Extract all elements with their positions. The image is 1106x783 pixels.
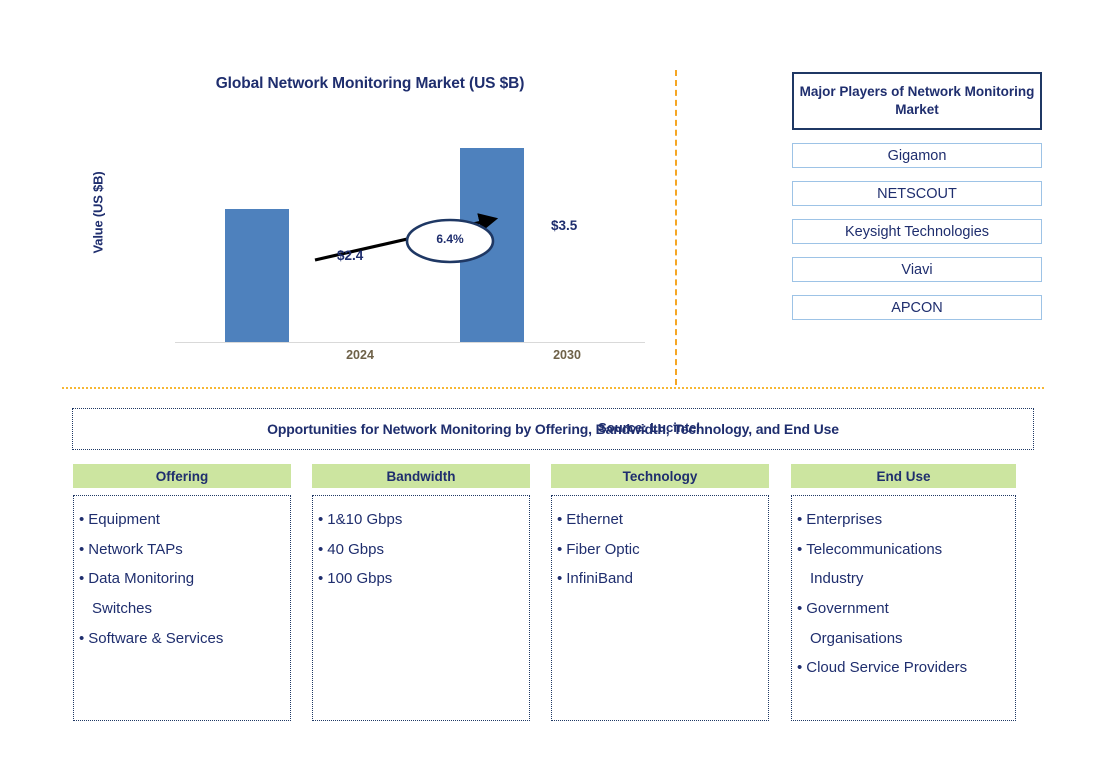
list-item: • Telecommunications: [797, 535, 1011, 565]
category-body-offering: • Equipment • Network TAPs • Data Monitorin…: [73, 495, 291, 721]
list-item: • Ethernet: [557, 505, 764, 535]
bullet-icon: •: [797, 600, 803, 618]
list-item-continuation: Organisations: [797, 624, 1011, 654]
bullet-icon: •: [79, 511, 85, 528]
bullet-icon: •: [318, 540, 324, 558]
list-item: • Software & Services: [79, 624, 286, 654]
list-item-label: 40 Gbps: [327, 540, 384, 558]
bullet-icon: •: [318, 570, 324, 588]
list-item-label: Ethernet: [566, 511, 623, 528]
list-item: • 100 Gbps: [318, 564, 525, 594]
bullet-icon: •: [797, 511, 803, 528]
list-item: • 40 Gbps: [318, 535, 525, 565]
bullet-icon: •: [557, 570, 563, 588]
list-item-label: Equipment: [88, 511, 160, 528]
category-body-technology: • Ethernet • Fiber Optic • InfiniBand: [551, 495, 769, 721]
x-tick-2024: 2024: [346, 348, 374, 362]
bullet-icon: •: [557, 540, 563, 558]
list-item-label: Software & Services: [88, 629, 224, 647]
bullet-icon: •: [79, 629, 85, 647]
list-item-label: 100 Gbps: [327, 570, 393, 588]
category-column-offering: Offering • Equipment • Network TAPs • Data …: [73, 464, 291, 721]
bullet-icon: •: [557, 511, 563, 528]
list-item: • Enterprises: [797, 505, 1011, 535]
list-item: • Data Monitoring: [79, 564, 286, 594]
list-item: • Fiber Optic: [557, 535, 764, 565]
category-column-bandwidth: Bandwidth • 1&10 Gbps • 40 Gbps • 100 Gbps: [312, 464, 530, 721]
list-item-label: Telecommunications: [806, 540, 943, 558]
list-item-label: Industry: [810, 570, 864, 588]
list-item: • 1&10 Gbps: [318, 505, 525, 535]
opportunities-title: Opportunities for Network Monitoring by …: [267, 421, 839, 437]
category-body-bandwidth: • 1&10 Gbps • 40 Gbps • 100 Gbps: [312, 495, 530, 721]
list-item: • Network TAPs: [79, 535, 286, 565]
bullet-icon: •: [318, 511, 324, 528]
list-item-label: Fiber Optic: [566, 540, 640, 558]
opportunities-title-box: Opportunities for Network Monitoring by …: [72, 408, 1034, 450]
category-column-end-use: End Use • Enterprises • Telecommunications…: [791, 464, 1016, 721]
bullet-icon: •: [79, 570, 85, 588]
major-players-panel: Major Players of Network Monitoring Mark…: [792, 72, 1042, 320]
cagr-value-label: 6.4%: [436, 232, 464, 246]
list-item-continuation: Switches: [79, 594, 286, 624]
list-item-label: Network TAPs: [88, 540, 183, 558]
list-item-label: Switches: [92, 600, 153, 618]
bullet-icon: •: [797, 659, 803, 677]
list-item-label: Organisations: [810, 629, 903, 647]
list-item: • Cloud Service Providers: [797, 653, 1011, 683]
list-item-label: Data Monitoring: [88, 570, 195, 588]
list-item-label: InfiniBand: [566, 570, 633, 588]
category-column-technology: Technology • Ethernet • Fiber Optic • Infin…: [551, 464, 769, 721]
category-header-offering: Offering: [73, 464, 291, 488]
player-item-gigamon[interactable]: Gigamon: [792, 143, 1042, 168]
list-item: • InfiniBand: [557, 564, 764, 594]
list-item-label: 1&10 Gbps: [327, 511, 403, 528]
list-item-label: Enterprises: [806, 511, 883, 528]
horizontal-divider: [62, 387, 1044, 389]
list-item-continuation: Industry: [797, 564, 1011, 594]
category-body-end-use: • Enterprises • Telecommunications Industr…: [791, 495, 1016, 721]
category-header-bandwidth: Bandwidth: [312, 464, 530, 488]
x-tick-2030: 2030: [553, 348, 581, 362]
player-item-netscout[interactable]: NETSCOUT: [792, 181, 1042, 206]
major-players-header: Major Players of Network Monitoring Mark…: [792, 72, 1042, 130]
category-header-end-use: End Use: [791, 464, 1016, 488]
list-item-label: Cloud Service Providers: [806, 659, 968, 677]
chart-title: Global Network Monitoring Market (US $B): [215, 75, 525, 92]
bullet-icon: •: [797, 540, 803, 558]
player-item-viavi[interactable]: Viavi: [792, 257, 1042, 282]
vertical-divider: [675, 70, 677, 385]
player-item-keysight-technologies[interactable]: Keysight Technologies: [792, 219, 1042, 244]
list-item-label: Government: [806, 600, 889, 618]
bar-value-2030: $3.5: [551, 218, 578, 233]
y-axis-label: Value (US $B): [90, 171, 106, 254]
list-item: • Equipment: [79, 505, 286, 535]
list-item: • Government: [797, 594, 1011, 624]
bar-value-2024: $2.4: [337, 248, 364, 263]
category-header-technology: Technology: [551, 464, 769, 488]
market-chart-panel: Global Network Monitoring Market (US $B)…: [70, 60, 701, 435]
player-item-apcon[interactable]: APCON: [792, 295, 1042, 320]
bullet-icon: •: [79, 540, 85, 558]
